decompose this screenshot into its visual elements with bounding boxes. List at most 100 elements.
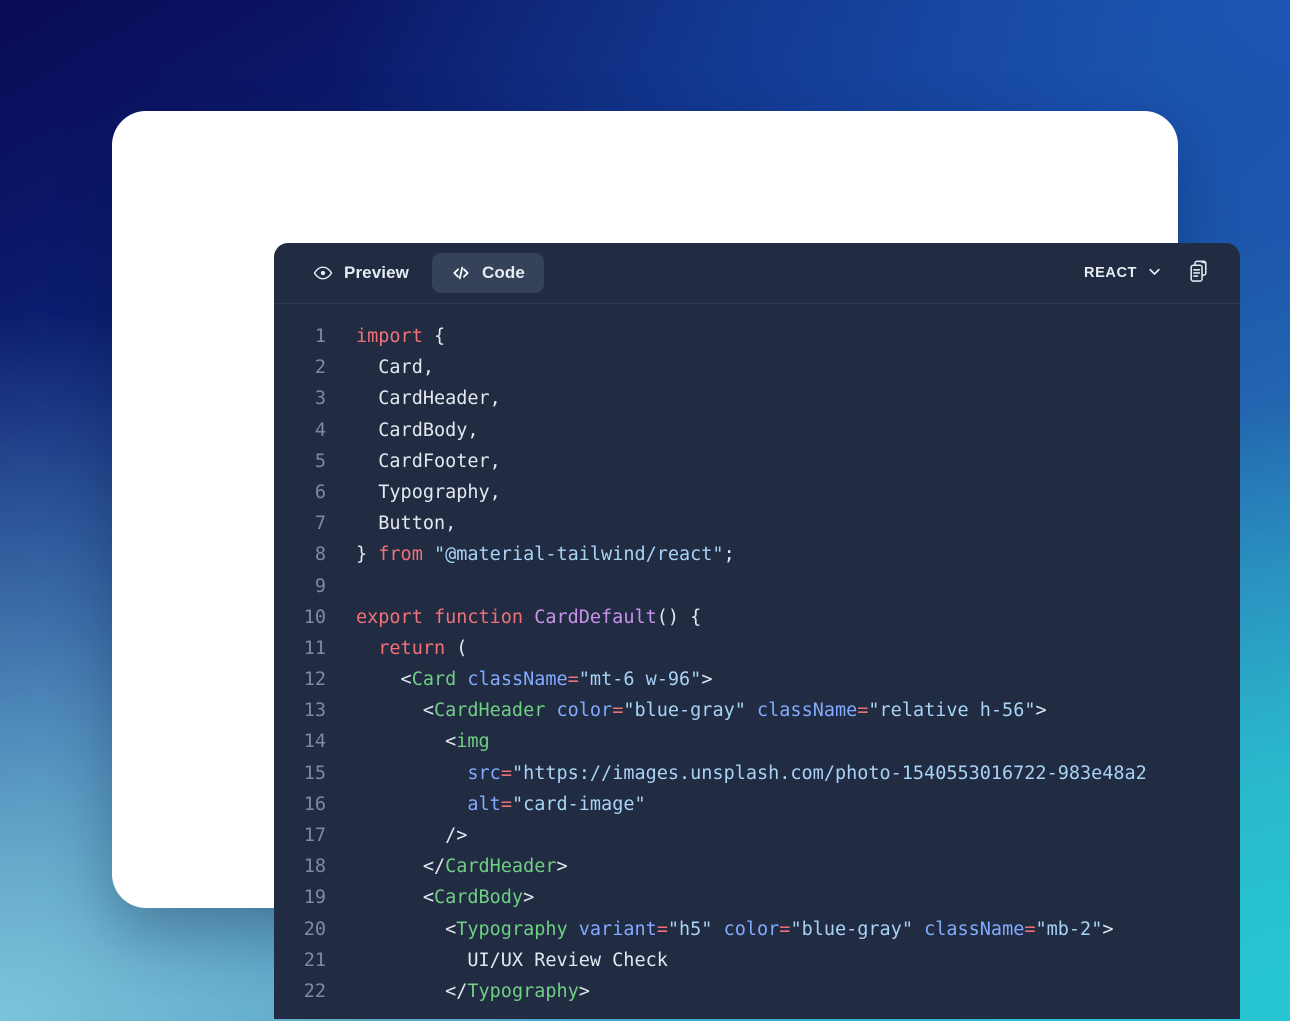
code-line-text: export function CardDefault() {: [326, 602, 701, 633]
line-number: 11: [303, 637, 326, 659]
line-number: 8: [314, 544, 326, 566]
code-line-text: <Typography variant="h5" color="blue-gra…: [326, 914, 1113, 945]
copy-code-button[interactable]: [1184, 259, 1212, 287]
code-line-text: return (: [326, 633, 467, 664]
code-token: "card-image": [511, 793, 646, 815]
code-line: 8} from "@material-tailwind/react";: [274, 539, 1240, 570]
tab-code[interactable]: Code: [431, 253, 544, 293]
code-token: color: [723, 918, 780, 940]
code-line-text: />: [326, 820, 467, 851]
code-token: />: [356, 825, 468, 846]
code-line: 3 CardHeader,: [274, 383, 1240, 414]
code-token: className: [467, 669, 568, 691]
code-token: CardHeader: [433, 700, 546, 722]
code-line: 18 </CardHeader>: [274, 851, 1240, 882]
code-token: >: [1102, 918, 1114, 940]
code-line-text: <CardHeader color="blue-gray" className=…: [326, 695, 1047, 726]
tab-code-label: Code: [481, 263, 525, 282]
code-token: }: [356, 544, 379, 566]
code-line: 10 export function CardDefault() {: [274, 602, 1240, 633]
code-token: () {: [656, 606, 702, 628]
code-token: return: [378, 637, 446, 659]
line-number: 20: [303, 918, 326, 940]
code-token: >: [523, 887, 535, 909]
code-line: 11 return (: [274, 633, 1240, 664]
code-token: Card,: [356, 357, 434, 379]
line-number: 22: [303, 980, 326, 1002]
line-number: 7: [314, 513, 326, 535]
line-number: 16: [303, 793, 326, 815]
code-token: variant: [578, 918, 657, 940]
language-selector[interactable]: REACT: [1084, 264, 1162, 283]
code-token: color: [556, 700, 613, 722]
editor-toolbar: Preview Code REACT: [274, 243, 1240, 304]
line-number: 1: [314, 326, 326, 347]
code-token: ;: [723, 544, 735, 566]
code-token: src: [467, 762, 501, 784]
code-line: 22 </Typography>: [274, 976, 1240, 1007]
code-token: className: [757, 700, 858, 722]
code-line: 21 UI/UX Review Check: [274, 945, 1240, 976]
eye-icon: [313, 263, 333, 283]
code-token: CardDefault: [534, 606, 657, 628]
code-line: 13 <CardHeader color="blue-gray" classNa…: [274, 695, 1240, 726]
code-viewport[interactable]: 1 import {2 Card, 3 CardHeader, 4 CardBody,…: [274, 304, 1240, 1019]
code-token: Button,: [356, 513, 457, 535]
code-line-text: UI/UX Review Check: [326, 945, 668, 976]
line-number: 14: [303, 731, 326, 753]
code-token: </: [356, 980, 468, 1002]
tab-preview[interactable]: Preview: [294, 253, 428, 293]
code-token: =: [656, 918, 668, 940]
code-token: <: [356, 731, 457, 753]
code-token: =: [1024, 918, 1036, 940]
line-number: 2: [314, 357, 326, 379]
line-number: 10: [303, 606, 326, 628]
line-number: 17: [303, 825, 326, 846]
editor-card-frame: Preview Code REACT 1 import {2 Card, 3 …: [112, 111, 1240, 1019]
line-number: 18: [303, 856, 326, 878]
code-line-text: Button,: [326, 508, 456, 539]
code-line: 19 <CardBody>: [274, 882, 1240, 913]
code-line: 16 alt="card-image": [274, 789, 1240, 820]
code-line: 14 <img: [274, 726, 1240, 757]
code-line: 12 <Card className="mt-6 w-96">: [274, 664, 1240, 695]
code-token: Typography,: [356, 481, 501, 503]
code-line-text: Typography,: [326, 477, 501, 508]
code-token: CardHeader,: [356, 388, 501, 410]
line-number: 9: [314, 575, 326, 597]
code-line: 7 Button,: [274, 508, 1240, 539]
code-token: Typography: [456, 918, 568, 940]
code-token: className: [924, 918, 1025, 940]
code-token: =: [612, 700, 624, 722]
code-token: CardBody,: [356, 419, 479, 441]
line-number: 4: [314, 419, 326, 441]
code-line-text: </Typography>: [326, 976, 590, 1007]
code-brackets-icon: [451, 263, 471, 283]
code-token: Card: [411, 669, 457, 691]
code-token: =: [857, 700, 869, 722]
code-token: "mt-6 w-96": [578, 669, 702, 691]
code-token: UI/UX Review Check: [356, 949, 668, 971]
code-token: <: [356, 918, 457, 940]
code-token: "blue-gray": [790, 918, 913, 940]
code-token: <: [356, 669, 412, 691]
code-line: 6 Typography,: [274, 477, 1240, 508]
code-token: "relative h-56": [868, 700, 1036, 722]
code-line: 4 CardBody,: [274, 415, 1240, 446]
code-token: Typography: [467, 980, 579, 1002]
code-line-text: <Card className="mt-6 w-96">: [326, 664, 713, 695]
tab-preview-label: Preview: [344, 263, 409, 282]
code-line-text: CardFooter,: [326, 446, 501, 477]
code-token: CardFooter,: [356, 450, 501, 472]
code-token: =: [500, 762, 512, 784]
code-token: "mb-2": [1035, 918, 1103, 940]
toolbar-right-controls: REACT: [1084, 259, 1222, 287]
line-number: 13: [303, 700, 326, 722]
code-token: >: [701, 669, 713, 691]
code-token: "blue-gray": [623, 700, 746, 722]
